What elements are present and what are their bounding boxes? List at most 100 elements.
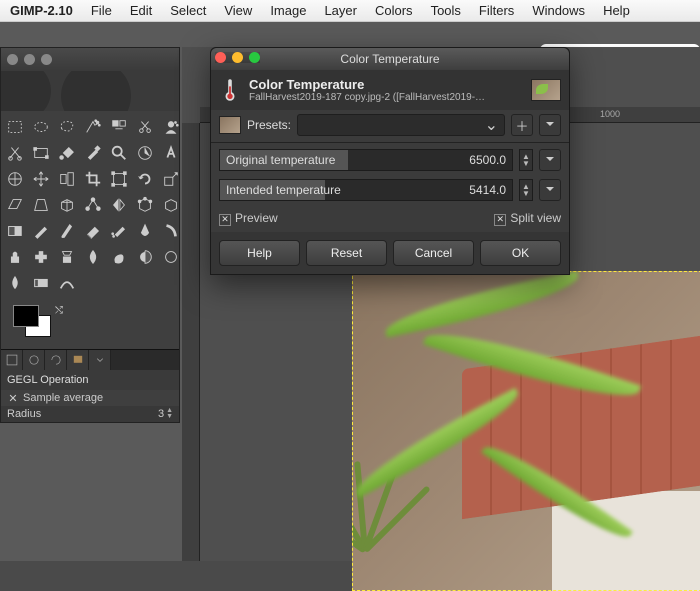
fg-color-swatch[interactable] — [13, 305, 39, 327]
tool-gradmap[interactable] — [29, 271, 53, 295]
tool-unified-transform[interactable] — [107, 167, 131, 191]
tool-curves[interactable] — [55, 271, 79, 295]
tool-perspective[interactable] — [29, 193, 53, 217]
tool-measure[interactable] — [133, 141, 157, 165]
fg-bg-colors[interactable]: ⤭ — [7, 303, 173, 345]
tool-drop[interactable] — [3, 271, 27, 295]
tool-rotate[interactable] — [133, 167, 157, 191]
menu-view[interactable]: View — [224, 3, 252, 18]
close-x-icon[interactable]: ✕ — [7, 392, 19, 404]
menu-image[interactable]: Image — [270, 3, 306, 18]
tool-gradient[interactable] — [3, 219, 27, 243]
tool-ink[interactable] — [133, 219, 157, 243]
original-temp-reset-button[interactable] — [539, 149, 561, 171]
radius-spinner[interactable]: ▲▼ — [166, 408, 173, 420]
menu-layer[interactable]: Layer — [324, 3, 357, 18]
tool-grid — [1, 111, 179, 299]
tool-zoom[interactable] — [107, 141, 131, 165]
tab-device-status[interactable] — [23, 350, 45, 370]
selection-marching-ants — [352, 271, 700, 591]
help-button[interactable]: Help — [219, 240, 300, 266]
tool-eraser[interactable] — [81, 219, 105, 243]
intended-temp-value[interactable]: 5414.0 — [469, 183, 506, 197]
tool-dodge-burn[interactable] — [133, 245, 157, 269]
preset-menu-button[interactable] — [539, 114, 561, 136]
tab-images[interactable] — [67, 350, 89, 370]
minimize-icon[interactable] — [24, 54, 35, 65]
tool-crop2[interactable] — [81, 167, 105, 191]
menu-tools[interactable]: Tools — [431, 3, 461, 18]
zoom-icon[interactable] — [41, 54, 52, 65]
tool-scale[interactable] — [159, 167, 183, 191]
original-temp-slider[interactable]: Original temperature 6500.0 — [219, 149, 513, 171]
tool-move[interactable] — [29, 167, 53, 191]
radius-row[interactable]: Radius 3 ▲▼ — [1, 406, 179, 422]
tool-flip[interactable] — [107, 193, 131, 217]
tool-smudge[interactable] — [107, 245, 131, 269]
intended-temp-reset-button[interactable] — [539, 179, 561, 201]
tool-free-select[interactable] — [55, 115, 79, 139]
tool-crop[interactable] — [3, 141, 27, 165]
tool-cage[interactable] — [133, 193, 157, 217]
tool-scissors-select[interactable] — [133, 115, 157, 139]
preset-add-button[interactable]: ＋ — [511, 114, 533, 136]
tool-pencil[interactable] — [29, 219, 53, 243]
tool-align[interactable] — [55, 167, 79, 191]
tool-text[interactable] — [159, 141, 183, 165]
tool-clone[interactable] — [3, 245, 27, 269]
dialog-zoom-icon[interactable] — [249, 52, 260, 63]
tab-tool-options[interactable] — [1, 350, 23, 370]
tool-perspective-clone[interactable] — [55, 245, 79, 269]
tool-by-color-select[interactable] — [107, 115, 131, 139]
tool-paintbrush[interactable] — [55, 219, 79, 243]
menu-edit[interactable]: Edit — [130, 3, 152, 18]
tool-paths[interactable] — [29, 141, 53, 165]
tool-move-compass[interactable] — [3, 167, 27, 191]
presets-dropdown[interactable]: ⌄ — [297, 114, 505, 136]
menu-windows[interactable]: Windows — [532, 3, 585, 18]
dialog-minimize-icon[interactable] — [232, 52, 243, 63]
tool-fuzzy-select[interactable] — [81, 115, 105, 139]
chevron-down-icon: ⌄ — [485, 115, 498, 135]
sample-average-row[interactable]: ✕ Sample average — [1, 390, 179, 406]
dialog-close-icon[interactable] — [215, 52, 226, 63]
ok-button[interactable]: OK — [480, 240, 561, 266]
tool-heal[interactable] — [29, 245, 53, 269]
menu-filters[interactable]: Filters — [479, 3, 514, 18]
canvas-image[interactable] — [352, 271, 700, 591]
reset-button[interactable]: Reset — [306, 240, 387, 266]
radius-value[interactable]: 3 — [158, 408, 164, 420]
cancel-button[interactable]: Cancel — [393, 240, 474, 266]
menu-help[interactable]: Help — [603, 3, 630, 18]
close-icon[interactable] — [7, 54, 18, 65]
original-temp-value[interactable]: 6500.0 — [469, 153, 506, 167]
tool-foreground-select[interactable] — [159, 115, 183, 139]
preview-checkbox[interactable]: ✕Preview — [219, 211, 278, 226]
dialog-titlebar[interactable]: Color Temperature — [211, 48, 569, 70]
intended-temp-slider[interactable]: Intended temperature 5414.0 — [219, 179, 513, 201]
tool-warp[interactable] — [159, 193, 183, 217]
tool-rect-select[interactable] — [3, 115, 27, 139]
tool-shear[interactable] — [3, 193, 27, 217]
tab-menu-icon[interactable] — [89, 350, 111, 370]
tool-color-picker[interactable] — [81, 141, 105, 165]
tool-airbrush[interactable] — [107, 219, 131, 243]
tool-handle-transform[interactable] — [81, 193, 105, 217]
tab-undo-history[interactable] — [45, 350, 67, 370]
tool-ellipse-select[interactable] — [29, 115, 53, 139]
intended-temp-spinner[interactable]: ▲▼ — [519, 179, 533, 201]
tool-mypaint-brush[interactable] — [159, 219, 183, 243]
tool-bucket-fill[interactable] — [55, 141, 79, 165]
tool-blur-sharpen[interactable] — [81, 245, 105, 269]
ruler-vertical — [182, 123, 200, 561]
menu-file[interactable]: File — [91, 3, 112, 18]
menu-select[interactable]: Select — [170, 3, 206, 18]
splitview-label: Split view — [510, 211, 561, 225]
tool-options-title: GEGL Operation — [1, 370, 179, 390]
tool-extra[interactable] — [159, 245, 183, 269]
tool-3d-transform[interactable] — [55, 193, 79, 217]
menu-colors[interactable]: Colors — [375, 3, 413, 18]
splitview-checkbox[interactable]: ✕Split view — [494, 211, 561, 226]
original-temp-spinner[interactable]: ▲▼ — [519, 149, 533, 171]
swap-colors-icon[interactable]: ⤭ — [55, 305, 63, 316]
